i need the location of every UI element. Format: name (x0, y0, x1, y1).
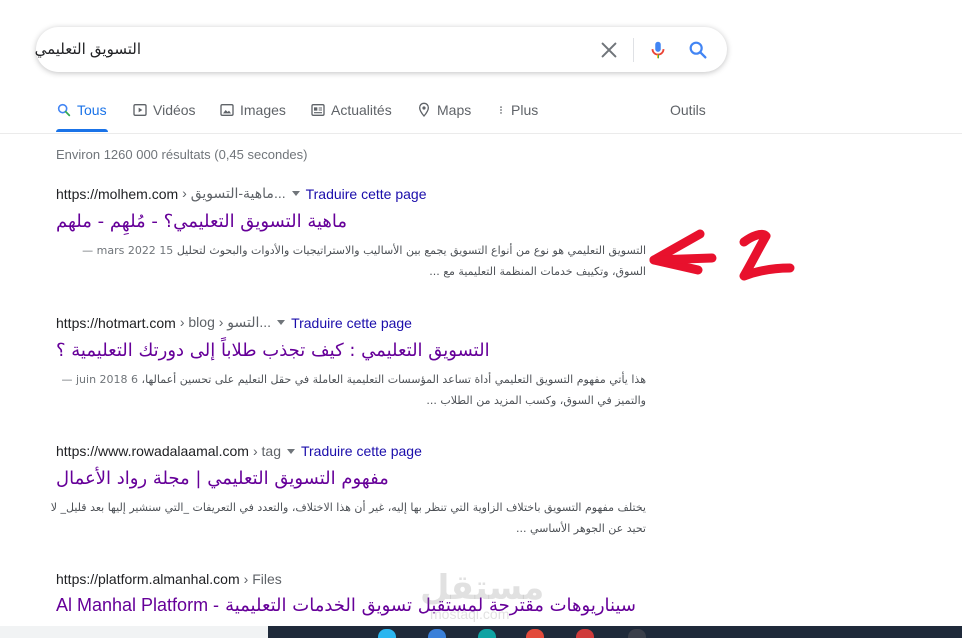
snippet-text: هذا يأتي مفهوم التسويق التعليمي أداة تسا… (141, 373, 646, 386)
snippet-line: هذا يأتي مفهوم التسويق التعليمي أداة تسا… (56, 369, 647, 390)
tab-news[interactable]: Actualités (310, 102, 392, 118)
tab-label: Tous (77, 102, 107, 118)
result-title-latin[interactable]: Al Manhal Platform - (56, 595, 219, 616)
result-title[interactable]: مفهوم التسويق التعليمي | مجلة رواد الأعم… (56, 468, 686, 489)
result-title[interactable]: ماهية التسويق التعليمي؟ - مُلهِم - ملهم (56, 211, 686, 232)
result-stats: Environ 1260 000 résultats (0,45 seconde… (56, 147, 308, 162)
search-result: https://molhem.com › ماهية-التسويق... Tr… (56, 185, 686, 282)
snippet-line: التسويق التعليمي هو نوع من أنواع التسويق… (56, 240, 646, 261)
chevron-down-icon[interactable] (286, 448, 295, 454)
tab-label: Images (240, 102, 286, 118)
video-icon (133, 104, 147, 116)
annotation-arrow-icon (649, 229, 795, 281)
chevron-down-icon[interactable] (277, 320, 286, 325)
tab-label: Vidéos (153, 102, 196, 118)
news-icon (311, 104, 325, 116)
snippet-line: تحيد عن الجوهر الأساسي ... (515, 522, 646, 535)
search-icon (57, 103, 71, 117)
tab-videos[interactable]: Vidéos (132, 102, 196, 118)
tab-label: Actualités (331, 102, 392, 118)
result-url[interactable]: https://molhem.com › ماهية-التسويق... Tr… (56, 185, 686, 202)
result-domain: https://molhem.com (56, 185, 179, 202)
tab-all[interactable]: Tous (56, 102, 107, 118)
snippet-line: السوق، وتكييف خدمات المنظمة التعليمية مع… (429, 265, 646, 278)
translate-link[interactable]: Traduire cette page (301, 443, 422, 459)
search-result: https://platform.almanhal.com › Files Al… (56, 571, 686, 616)
tab-label: Maps (437, 102, 472, 118)
result-domain: https://platform.almanhal.com (56, 571, 240, 587)
active-tab-indicator (56, 129, 108, 132)
tools-label: Outils (670, 102, 706, 118)
result-url[interactable]: https://www.rowadalaamal.com › tag Tradu… (56, 443, 686, 459)
search-result: https://hotmart.com › blog › التسو... Tr… (56, 314, 686, 411)
result-snippet: يختلف مفهوم التسويق باختلاف الزاوية التي… (50, 497, 646, 539)
tabs-divider (0, 133, 962, 134)
translate-link[interactable]: Traduire cette page (306, 186, 427, 202)
result-title-text[interactable]: ماهية التسويق التعليمي؟ - مُلهِم - ملهم (56, 211, 347, 232)
result-path: › Files (243, 571, 282, 587)
image-icon (220, 104, 234, 116)
result-path: › ماهية-التسويق... (182, 185, 286, 201)
result-snippet: التسويق التعليمي هو نوع من أنواع التسويق… (56, 240, 646, 282)
search-input[interactable]: التسويق التعليمي (35, 40, 141, 58)
chevron-down-icon[interactable] (291, 191, 300, 196)
taskbar-app-icon[interactable] (428, 629, 446, 638)
result-title[interactable]: Al Manhal Platform - سيناريوهات مقترحة ل… (56, 595, 686, 616)
search-result: https://www.rowadalaamal.com › tag Tradu… (50, 443, 686, 539)
result-path: › tag (252, 443, 281, 459)
result-date: 15 mars 2022 — (82, 244, 174, 257)
result-title-text[interactable]: مفهوم التسويق التعليمي | مجلة رواد الأعم… (56, 468, 389, 489)
result-title-text[interactable]: التسويق التعليمي : كيف تجذب طلاباً إلى د… (56, 340, 490, 361)
result-snippet: هذا يأتي مفهوم التسويق التعليمي أداة تسا… (56, 369, 647, 411)
result-title[interactable]: التسويق التعليمي : كيف تجذب طلاباً إلى د… (56, 340, 686, 361)
taskbar-app-icon[interactable] (378, 629, 396, 638)
search-icon[interactable] (687, 39, 709, 61)
tools-button[interactable]: Outils (670, 102, 706, 118)
taskbar-app-icon[interactable] (526, 629, 544, 638)
tab-images[interactable]: Images (219, 102, 286, 118)
taskbar-app-icon[interactable] (478, 629, 496, 638)
tab-more[interactable]: Plus (496, 102, 538, 118)
taskbar-app-icon[interactable] (628, 629, 646, 638)
snippet-line: والتميز في السوق، وكسب المزيد من الطلاب … (426, 394, 646, 407)
result-date: 6 juin 2018 — (61, 373, 139, 386)
result-domain: https://hotmart.com (56, 314, 176, 331)
taskbar-app-icon[interactable] (576, 629, 594, 638)
search-bar[interactable]: التسويق التعليمي (35, 27, 727, 72)
result-url[interactable]: https://hotmart.com › blog › التسو... Tr… (56, 314, 686, 331)
page-bottom-strip (0, 626, 268, 638)
search-divider (633, 38, 634, 62)
result-path: › blog › التسو... (179, 314, 272, 330)
tab-maps[interactable]: Maps (416, 102, 471, 118)
clear-icon[interactable] (598, 39, 620, 61)
translate-link[interactable]: Traduire cette page (291, 315, 412, 331)
microphone-icon[interactable] (647, 38, 669, 62)
more-dots-icon (500, 106, 502, 114)
result-domain: https://www.rowadalaamal.com (56, 443, 249, 459)
taskbar (268, 626, 962, 638)
tab-label: Plus (511, 102, 539, 118)
result-url[interactable]: https://platform.almanhal.com › Files (56, 571, 686, 587)
watermark-url: mostaql.com (430, 606, 510, 622)
watermark: مستقل (420, 568, 545, 608)
snippet-line: يختلف مفهوم التسويق باختلاف الزاوية التي… (50, 501, 646, 514)
map-pin-icon (418, 102, 430, 118)
snippet-text: التسويق التعليمي هو نوع من أنواع التسويق… (176, 244, 646, 257)
